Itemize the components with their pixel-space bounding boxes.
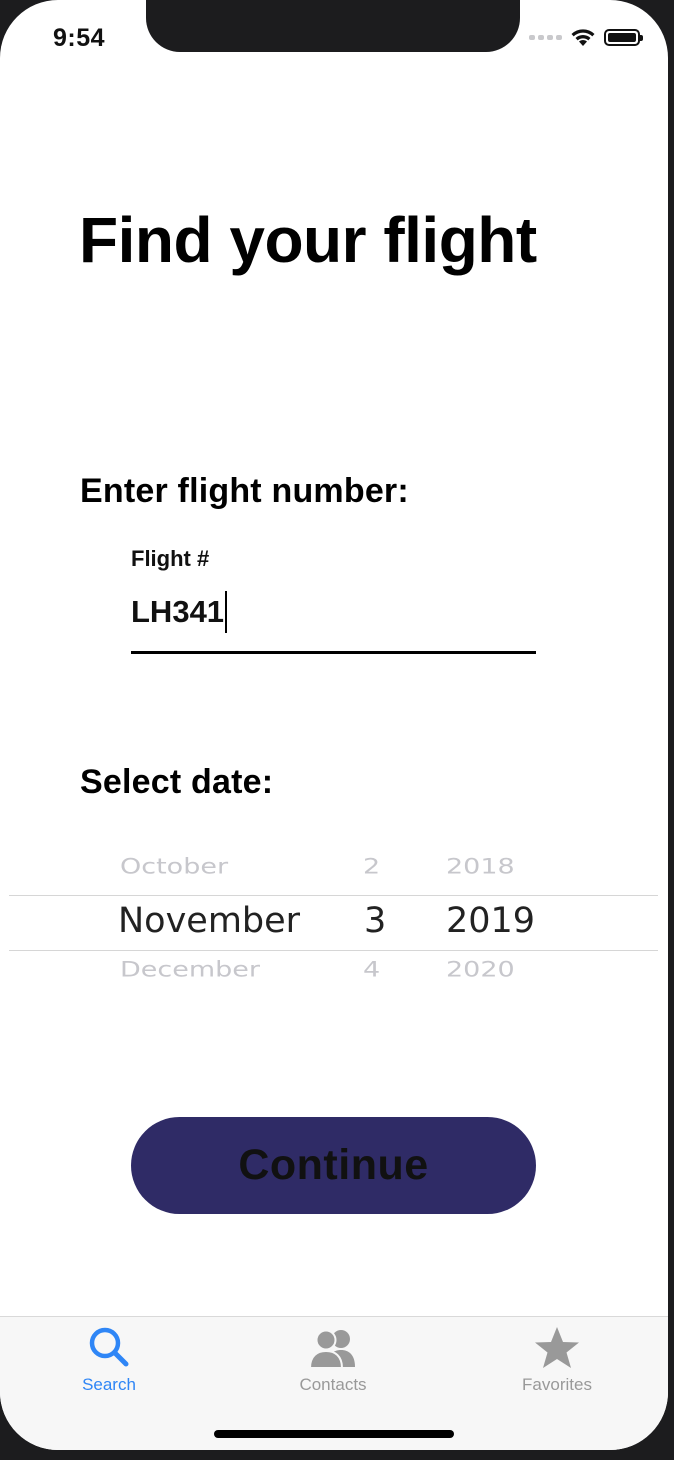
- star-icon: [535, 1327, 579, 1368]
- wifi-icon: [571, 29, 595, 46]
- phone-screen: 9:54 Find your flight Enter flight numbe…: [0, 0, 668, 1450]
- device-notch: [146, 0, 520, 52]
- tab-search[interactable]: Search: [39, 1325, 179, 1395]
- text-cursor: [225, 591, 228, 633]
- picker-row-next[interactable]: December 4 2020: [9, 958, 658, 981]
- picker-year-selected[interactable]: 2019: [446, 901, 535, 941]
- picker-selection-top-divider: [9, 895, 658, 896]
- cellular-signal-icon: [529, 35, 562, 40]
- picker-month[interactable]: December: [120, 958, 260, 981]
- status-indicators: [529, 28, 643, 47]
- page-title: Find your flight: [79, 204, 537, 276]
- date-picker[interactable]: October 2 2018 November 3 2019 December …: [9, 850, 658, 985]
- picker-year[interactable]: 2018: [446, 855, 515, 879]
- picker-day-selected[interactable]: 3: [364, 901, 386, 941]
- status-time: 9:54: [53, 24, 106, 52]
- picker-row-selected[interactable]: November 3 2019: [9, 901, 658, 941]
- flight-number-heading: Enter flight number:: [80, 472, 409, 510]
- tab-search-label: Search: [82, 1375, 136, 1394]
- tab-contacts-label: Contacts: [299, 1375, 367, 1394]
- battery-icon: [604, 29, 643, 46]
- continue-button[interactable]: Continue: [131, 1117, 536, 1214]
- picker-selection-bottom-divider: [9, 950, 658, 951]
- home-indicator[interactable]: [214, 1430, 454, 1438]
- picker-row-previous[interactable]: October 2 2018: [9, 855, 658, 886]
- select-date-heading: Select date:: [80, 763, 274, 801]
- search-icon: [89, 1327, 129, 1367]
- tab-favorites[interactable]: Favorites: [487, 1325, 627, 1395]
- tab-contacts[interactable]: Contacts: [263, 1325, 403, 1395]
- flight-number-caption: Flight #: [131, 546, 210, 571]
- picker-month-selected[interactable]: November: [118, 901, 300, 941]
- picker-year[interactable]: 2020: [446, 958, 515, 981]
- contacts-icon: [308, 1329, 355, 1369]
- picker-day[interactable]: 2: [363, 855, 380, 879]
- picker-month[interactable]: October: [120, 855, 228, 879]
- flight-number-input[interactable]: LH341: [131, 590, 536, 654]
- tab-favorites-label: Favorites: [522, 1375, 592, 1394]
- picker-day[interactable]: 4: [363, 958, 380, 981]
- flight-number-value: LH341: [131, 594, 225, 629]
